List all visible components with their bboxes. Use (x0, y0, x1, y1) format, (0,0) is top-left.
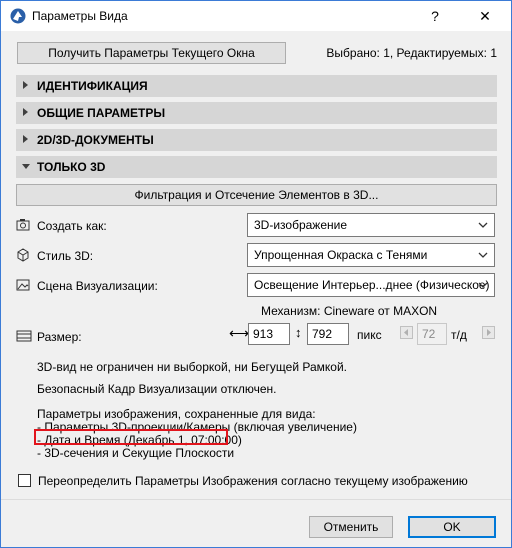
chevron-down-icon (478, 219, 488, 229)
style-3d-label: Стиль 3D: (37, 249, 94, 263)
expand-arrow-icon (23, 81, 28, 89)
saved-params-header: Параметры изображения, сохраненные для в… (37, 407, 316, 421)
width-input[interactable]: 913 (248, 323, 290, 345)
filter-cut-elements-button[interactable]: Фильтрация и Отсечение Элементов в 3D... (16, 184, 497, 206)
height-arrow-icon: ↕ (295, 325, 302, 340)
camera-icon (16, 218, 30, 232)
info-safe-frame: Безопасный Кадр Визуализации отключен. (37, 382, 277, 396)
style-3d-select[interactable]: Упрощенная Окраска с Тенями (247, 243, 495, 267)
section-identification[interactable]: ИДЕНТИФИКАЦИЯ (16, 75, 497, 97)
engine-label: Механизм: Cineware от MAXON (261, 304, 438, 318)
ok-button[interactable]: OK (408, 516, 496, 538)
help-button[interactable]: ? (427, 7, 443, 25)
section-label: ОБЩИЕ ПАРАМЕТРЫ (37, 106, 166, 120)
dpi-unit: т/д (451, 328, 467, 342)
height-input[interactable]: 792 (307, 323, 349, 345)
collapse-arrow-icon (22, 164, 30, 169)
selection-status: Выбрано: 1, Редактируемых: 1 (326, 46, 497, 60)
expand-arrow-icon (23, 135, 28, 143)
title-bar: Параметры Вида ? ✕ (1, 1, 511, 31)
size-unit: пикс (357, 328, 382, 342)
override-label: Переопределить Параметры Изображения сог… (38, 474, 468, 488)
size-label: Размер: (37, 330, 82, 344)
create-as-label: Создать как: (37, 219, 107, 233)
footer-divider (1, 499, 511, 500)
close-button[interactable]: ✕ (477, 7, 493, 25)
cancel-button[interactable]: Отменить (309, 516, 393, 538)
cube-icon (16, 248, 30, 262)
size-icon (16, 329, 32, 343)
width-arrow-icon: ⟷ (229, 325, 250, 341)
info-not-limited: 3D-вид не ограничен ни выборкой, ни Бегу… (37, 360, 347, 374)
style-3d-value: Упрощенная Окраска с Тенями (254, 248, 428, 262)
dialog-window: Параметры Вида ? ✕ Получить Параметры Те… (0, 0, 512, 548)
dpi-input[interactable]: 72 (417, 323, 447, 345)
section-only-3d[interactable]: ТОЛЬКО 3D (16, 156, 497, 178)
create-as-value: 3D-изображение (254, 218, 348, 232)
section-label: ИДЕНТИФИКАЦИЯ (37, 79, 148, 93)
scene-select[interactable]: Освещение Интерьер...днее (Физическое) (247, 273, 495, 297)
window-title: Параметры Вида (32, 9, 128, 23)
create-as-select[interactable]: 3D-изображение (247, 213, 495, 237)
override-checkbox[interactable] (18, 474, 31, 487)
section-label: ТОЛЬКО 3D (37, 160, 106, 174)
get-current-window-params-button[interactable]: Получить Параметры Текущего Окна (17, 42, 286, 64)
section-general[interactable]: ОБЩИЕ ПАРАМЕТРЫ (16, 102, 497, 124)
expand-arrow-icon (23, 108, 28, 116)
section-2d3d-documents[interactable]: 2D/3D-ДОКУМЕНТЫ (16, 129, 497, 151)
section-label: 2D/3D-ДОКУМЕНТЫ (37, 133, 154, 147)
scene-label: Сцена Визуализации: (37, 279, 158, 293)
chevron-down-icon (478, 249, 488, 259)
scene-value: Освещение Интерьер...днее (Физическое) (254, 278, 490, 292)
chevron-down-icon (478, 279, 488, 289)
dialog-content: Получить Параметры Текущего Окна Выбрано… (1, 31, 511, 547)
highlight-box (34, 429, 228, 445)
app-icon (10, 8, 26, 24)
image-icon (16, 278, 30, 292)
dpi-decrease-button[interactable] (400, 326, 413, 339)
saved-item-sections: - 3D-сечения и Секущие Плоскости (37, 446, 235, 460)
dpi-increase-button[interactable] (482, 326, 495, 339)
